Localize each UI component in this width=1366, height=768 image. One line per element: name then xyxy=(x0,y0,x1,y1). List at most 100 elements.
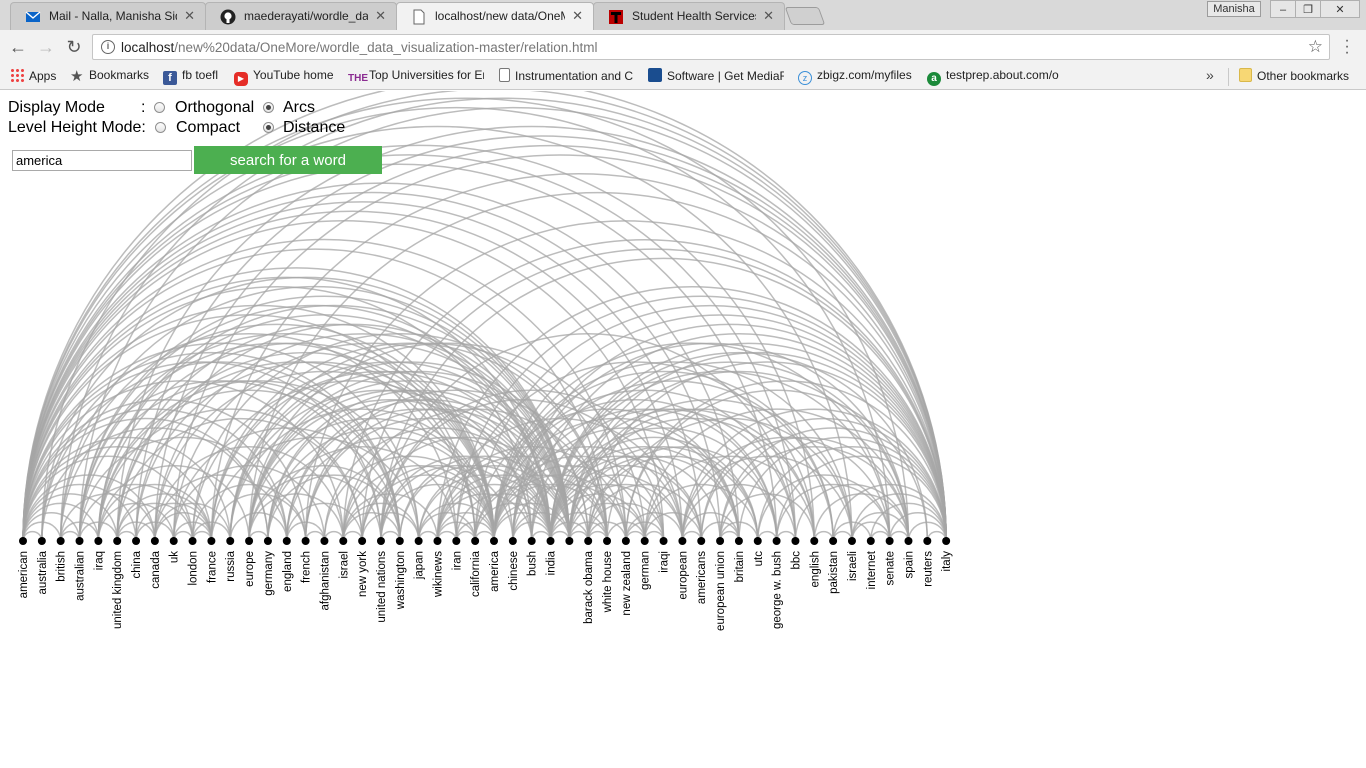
radio-arcs-label[interactable]: Arcs xyxy=(283,99,315,117)
arc-node[interactable] xyxy=(358,537,367,545)
arc-node[interactable] xyxy=(885,537,894,545)
arc-node[interactable] xyxy=(659,537,668,545)
bookmarks-overflow-chevron[interactable]: » xyxy=(1206,67,1214,83)
arc-node[interactable] xyxy=(395,537,404,545)
arc-node-label[interactable]: utc xyxy=(753,551,765,567)
arc-node[interactable] xyxy=(132,537,141,545)
radio-arcs[interactable] xyxy=(263,102,274,113)
arc-node[interactable] xyxy=(508,537,517,545)
arc-node-label[interactable]: america xyxy=(489,550,501,592)
arc-node-label[interactable]: israel xyxy=(338,551,350,578)
arc-node-label[interactable]: european union xyxy=(715,551,727,631)
arc-node[interactable] xyxy=(565,537,574,545)
arc-node[interactable] xyxy=(188,537,197,545)
bookmark-other-bookmarks[interactable]: Other bookmarks xyxy=(1239,68,1349,86)
arc-node[interactable] xyxy=(301,537,310,545)
arc-node[interactable] xyxy=(847,537,856,545)
arc-node-label[interactable]: europe xyxy=(244,551,256,587)
arc-node[interactable] xyxy=(169,537,178,545)
address-bar[interactable]: i localhost/new%20data/OneMore/wordle_da… xyxy=(92,34,1330,60)
arc-node[interactable] xyxy=(527,537,536,545)
close-tab-icon[interactable]: ✕ xyxy=(375,8,386,24)
reload-icon[interactable]: ↻ xyxy=(63,36,85,58)
info-icon[interactable]: i xyxy=(101,40,115,54)
arc-node-label[interactable]: european xyxy=(677,551,689,600)
arc-node[interactable] xyxy=(716,537,725,545)
bookmark-fb-toefl[interactable]: f fb toefl xyxy=(163,68,218,86)
arc-node[interactable] xyxy=(19,537,27,545)
radio-orthogonal[interactable] xyxy=(154,102,165,113)
bookmark-mediafire[interactable]: Software | Get MediaF xyxy=(648,68,784,86)
arc-node-label[interactable]: bush xyxy=(527,551,539,576)
bookmark-youtube[interactable]: ▶ YouTube home xyxy=(234,68,334,86)
arc-node-label[interactable]: spain xyxy=(903,551,915,579)
arc-node[interactable] xyxy=(621,537,630,545)
arc-node[interactable] xyxy=(339,537,348,545)
arc-node-label[interactable]: london xyxy=(188,551,200,586)
arc-node-label[interactable]: internet xyxy=(866,550,878,589)
arc-node[interactable] xyxy=(753,537,762,545)
arc-node-label[interactable]: iran xyxy=(451,551,463,570)
arc-node[interactable] xyxy=(150,537,159,545)
forward-arrow-icon[interactable]: → xyxy=(35,36,57,58)
arc-node-label[interactable]: france xyxy=(206,551,218,583)
arc-node-label[interactable]: russia xyxy=(225,550,237,581)
arc-node-label[interactable]: chinese xyxy=(508,551,520,591)
arc-node-label[interactable]: iraq xyxy=(93,551,105,570)
bookmark-star-icon[interactable]: ☆ xyxy=(1308,37,1323,57)
arc-node-label[interactable]: reuters xyxy=(922,551,934,587)
restore-icon[interactable]: ❐ xyxy=(1295,0,1321,18)
arc-node-label[interactable]: california xyxy=(470,550,482,597)
back-arrow-icon[interactable]: ← xyxy=(7,36,29,58)
search-button[interactable]: search for a word xyxy=(194,146,382,174)
arc-node-label[interactable]: iraqi xyxy=(659,551,671,573)
bookmark-top-universities[interactable]: THETop Universities for Er xyxy=(348,68,484,86)
arc-node-label[interactable]: british xyxy=(56,551,68,582)
bookmark-instrumentation[interactable]: Instrumentation and C xyxy=(499,68,635,86)
arc-node-label[interactable]: pakistan xyxy=(828,551,840,594)
arc-node[interactable] xyxy=(207,537,216,545)
close-tab-icon[interactable]: ✕ xyxy=(763,8,774,24)
arc-node[interactable] xyxy=(226,537,235,545)
arc-node-label[interactable]: barack obama xyxy=(583,550,595,623)
bookmark-zbigz[interactable]: z zbigz.com/myfiles xyxy=(798,68,912,86)
close-tab-icon[interactable]: ✕ xyxy=(184,8,195,24)
arc-node-label[interactable]: bbc xyxy=(790,551,802,570)
arc-node-label[interactable]: australian xyxy=(75,551,87,601)
chrome-menu-icon[interactable]: · · · xyxy=(1342,33,1352,61)
arc-node[interactable] xyxy=(452,537,461,545)
arc-node-label[interactable]: french xyxy=(301,551,313,583)
arc-node-label[interactable]: americans xyxy=(696,551,708,604)
arc-node-label[interactable]: senate xyxy=(885,551,897,586)
arc-node[interactable] xyxy=(113,537,122,545)
arc-node[interactable] xyxy=(56,537,65,545)
arc-node[interactable] xyxy=(584,537,593,545)
arc-node[interactable] xyxy=(829,537,838,545)
arc-node-label[interactable]: afghanistan xyxy=(319,551,331,610)
arc-node[interactable] xyxy=(433,537,442,545)
tab-github[interactable]: maederayati/wordle_data ✕ xyxy=(205,2,397,30)
arc-node[interactable] xyxy=(772,537,781,545)
tab-mail[interactable]: Mail - Nalla, Manisha Sid ✕ xyxy=(10,2,206,30)
radio-compact-label[interactable]: Compact xyxy=(176,119,240,137)
arc-node[interactable] xyxy=(376,537,385,545)
arc-node[interactable] xyxy=(490,537,498,545)
arc-node[interactable] xyxy=(678,537,687,545)
arc-node[interactable] xyxy=(245,537,254,545)
arc-node[interactable] xyxy=(942,537,951,545)
arc-node[interactable] xyxy=(37,537,46,545)
arc-node[interactable] xyxy=(546,537,555,545)
arc-node-label[interactable]: canada xyxy=(150,550,162,588)
arc-node[interactable] xyxy=(263,537,272,545)
bookmark-testprep[interactable]: a testprep.about.com/o xyxy=(927,68,1065,86)
arc-node-label[interactable]: uk xyxy=(169,551,181,563)
arc-node-label[interactable]: german xyxy=(640,551,652,590)
bookmark-bookmarks[interactable]: ★ Bookmarks xyxy=(70,68,149,86)
arc-node-label[interactable]: india xyxy=(546,550,558,575)
arc-node[interactable] xyxy=(734,537,743,545)
tab-localhost[interactable]: localhost/new data/OneM ✕ xyxy=(396,2,594,30)
arc-node[interactable] xyxy=(640,537,649,545)
arc-node[interactable] xyxy=(923,537,932,545)
arc-node[interactable] xyxy=(697,537,706,545)
arc-node-label[interactable]: australia xyxy=(37,550,49,594)
